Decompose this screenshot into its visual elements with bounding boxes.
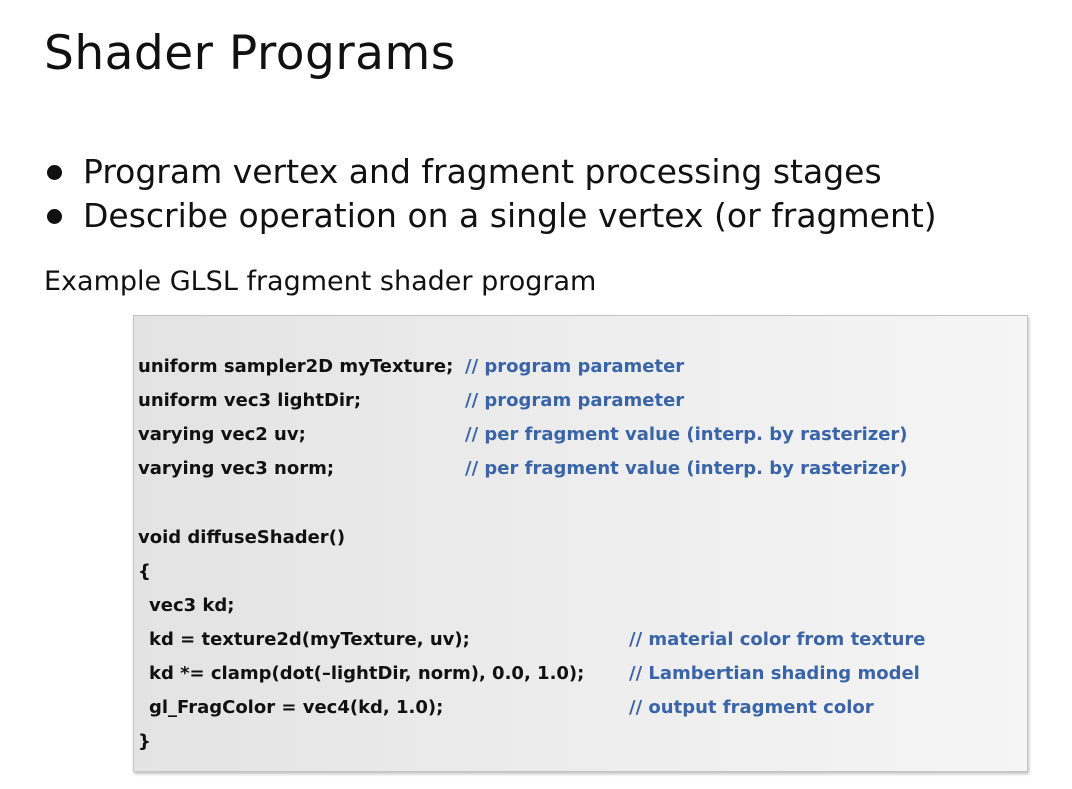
bullet-dot-icon <box>47 164 62 180</box>
code-comment: // program parameter <box>465 390 685 411</box>
code-line: kd *= clamp(dot(–lightDir, norm), 0.0, 1… <box>149 663 585 684</box>
code-line: uniform vec3 lightDir; <box>138 390 362 411</box>
code-line: kd = texture2d(myTexture, uv); <box>149 629 470 650</box>
bullet-dot-icon <box>47 208 62 224</box>
code-line: { <box>138 561 151 582</box>
code-comment: // per fragment value (interp. by raster… <box>465 424 908 445</box>
code-comment: // program parameter <box>465 356 685 377</box>
code-line: } <box>138 731 151 752</box>
code-line: varying vec2 uv; <box>138 424 306 445</box>
code-block: uniform sampler2D myTexture; // program … <box>133 315 1028 772</box>
code-line: gl_FragColor = vec4(kd, 1.0); <box>149 697 444 718</box>
bullet-item: Describe operation on a single vertex (o… <box>44 194 937 238</box>
code-comment: // material color from texture <box>629 629 926 650</box>
code-line: void diffuseShader() <box>138 527 346 548</box>
code-comment: // Lambertian shading model <box>629 663 920 684</box>
code-comment: // per fragment value (interp. by raster… <box>465 458 908 479</box>
bullet-text: Program vertex and fragment processing s… <box>83 152 882 191</box>
bullet-list: Program vertex and fragment processing s… <box>44 150 937 238</box>
slide-title: Shader Programs <box>44 26 456 81</box>
example-caption: Example GLSL fragment shader program <box>44 266 597 297</box>
bullet-item: Program vertex and fragment processing s… <box>44 150 937 194</box>
bullet-text: Describe operation on a single vertex (o… <box>83 196 937 235</box>
code-line: varying vec3 norm; <box>138 458 335 479</box>
code-line: uniform sampler2D myTexture; <box>138 356 454 377</box>
code-line: vec3 kd; <box>149 595 235 616</box>
code-comment: // output fragment color <box>629 697 874 718</box>
